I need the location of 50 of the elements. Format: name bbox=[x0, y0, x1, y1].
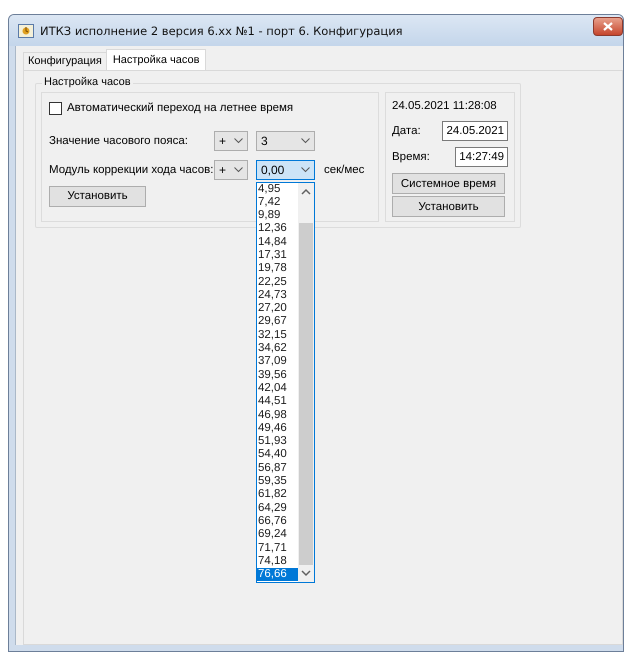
dropdown-option[interactable]: 9,89 bbox=[257, 209, 298, 222]
tab[interactable]: Настройка часов bbox=[106, 49, 206, 70]
datetime-text: 24.05.2021 11:28:08 bbox=[392, 100, 498, 112]
dropdown-option[interactable]: 4,95 bbox=[257, 182, 298, 196]
dropdown-option[interactable]: 14,84 bbox=[257, 236, 298, 249]
dropdown-option[interactable]: 49,46 bbox=[257, 422, 298, 436]
dropdown-option[interactable]: 46,98 bbox=[257, 408, 298, 422]
dropdown-option[interactable]: 61,82 bbox=[257, 488, 298, 502]
dropdown-option[interactable]: 54,40 bbox=[257, 448, 298, 462]
dropdown-option[interactable]: 56,87 bbox=[257, 462, 298, 476]
dropdown-option[interactable]: 66,76 bbox=[257, 514, 298, 528]
dropdown-option[interactable]: 59,35 bbox=[257, 475, 298, 488]
tab[interactable]: Конфигурация bbox=[23, 52, 107, 70]
field-label: Модуль коррекции хода часов: bbox=[49, 164, 214, 176]
dropdown-option[interactable]: 42,04 bbox=[257, 382, 298, 396]
dropdown-option[interactable]: 51,93 bbox=[257, 435, 298, 448]
dropdown-option[interactable]: 27,20 bbox=[257, 302, 298, 316]
dropdown-option[interactable]: 32,15 bbox=[257, 328, 298, 342]
field-label: Значение часового пояса: bbox=[49, 134, 189, 146]
dropdown-option[interactable]: 7,42 bbox=[257, 196, 298, 210]
checkbox-label[interactable]: Автоматический переход на летнее время bbox=[49, 100, 378, 116]
text-field[interactable]: 14:27:49 bbox=[455, 147, 508, 167]
dropdown-option[interactable]: 29,67 bbox=[257, 315, 298, 329]
button[interactable]: Системное время bbox=[392, 173, 505, 194]
window-title: ИТКЗ исполнение 2 версия 6.xx №1 - порт 6. Конфигурация bbox=[40, 24, 403, 38]
unit-label: сек/мес bbox=[324, 164, 364, 176]
field-label: Дата: bbox=[392, 125, 421, 137]
dropdown-option[interactable]: 34,62 bbox=[257, 342, 298, 356]
dropdown-option[interactable]: 22,25 bbox=[257, 276, 298, 289]
set-button[interactable]: Установить bbox=[49, 186, 146, 206]
button[interactable]: Установить bbox=[392, 196, 505, 217]
group-title: Настройка часов bbox=[42, 76, 133, 88]
dropdown-option[interactable]: 69,24 bbox=[257, 528, 298, 542]
text-field[interactable]: 24.05.2021 bbox=[442, 121, 508, 141]
dropdown-option[interactable]: 74,18 bbox=[257, 554, 298, 568]
field-label: Время: bbox=[392, 151, 430, 163]
dropdown-option[interactable]: 76,66 bbox=[257, 568, 298, 582]
sign-dropdown[interactable]: + bbox=[214, 130, 248, 150]
dropdown-option[interactable]: 39,56 bbox=[257, 368, 298, 382]
dropdown-option[interactable]: 19,78 bbox=[257, 262, 298, 276]
value-dropdown[interactable]: 0,00 bbox=[256, 160, 315, 180]
dropdown-option[interactable]: 37,09 bbox=[257, 355, 298, 369]
dropdown-option[interactable]: 12,36 bbox=[257, 222, 298, 236]
dropdown-option[interactable]: 17,31 bbox=[257, 248, 298, 262]
dropdown-option[interactable]: 71,71 bbox=[257, 542, 298, 555]
dropdown-option[interactable]: 24,73 bbox=[257, 288, 298, 302]
dropdown-option[interactable]: 64,29 bbox=[257, 502, 298, 515]
sign-dropdown[interactable]: + bbox=[214, 160, 248, 180]
dropdown-option[interactable]: 44,51 bbox=[257, 395, 298, 409]
value-dropdown[interactable]: 3 bbox=[256, 130, 315, 150]
